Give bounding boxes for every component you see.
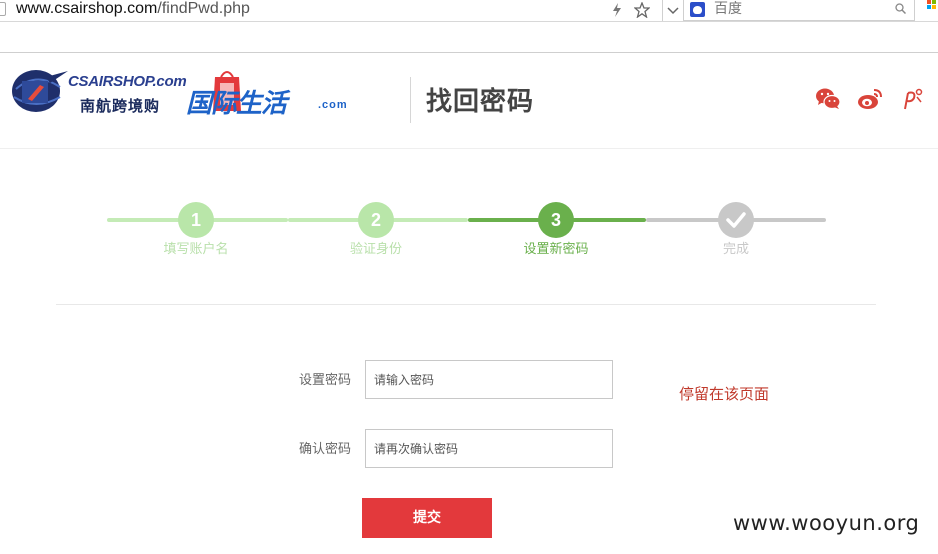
search-engine-label: 百度 [714, 1, 742, 17]
bookmark-star-icon[interactable] [632, 0, 652, 20]
gjsh-logo-text: 国际生活 [186, 89, 287, 119]
step-circle-1: 1 [178, 202, 214, 238]
step-label-4: 完成 [722, 242, 749, 257]
password-label: 设置密码 [298, 373, 351, 388]
lightning-icon[interactable] [608, 0, 626, 20]
confirm-password-field[interactable] [365, 429, 613, 468]
section-divider [56, 304, 876, 305]
url-path: /findPwd.php [157, 0, 250, 17]
site-header: CSAIRSHOP.com 南航跨境购 国际生活 .com 找回密码 [0, 53, 938, 149]
search-icon[interactable] [895, 3, 906, 14]
chevron-down-icon[interactable] [662, 0, 682, 21]
wechat-icon[interactable] [814, 85, 842, 113]
password-field[interactable] [365, 360, 613, 399]
step-label-2: 验证身份 [349, 242, 402, 257]
baidu-paw-icon [690, 2, 705, 17]
browser-search-box[interactable]: 百度 [683, 0, 915, 21]
step-label-3: 设置新密码 [523, 242, 589, 257]
header-divider [410, 77, 411, 123]
other-social-icon[interactable] [898, 85, 926, 113]
extension-icon[interactable] [927, 0, 937, 10]
page-title: 找回密码 [426, 87, 535, 117]
weibo-icon[interactable] [856, 85, 884, 113]
annotation-note: 停留在该页面 [679, 385, 770, 403]
url-host: www.csairshop.com [16, 0, 158, 17]
confirm-password-label: 确认密码 [298, 442, 351, 457]
checkmark-icon [726, 212, 746, 228]
step-label-1: 填写账户名 [163, 242, 229, 257]
csair-logo-subtitle: 南航跨境购 [80, 97, 161, 115]
submit-button[interactable]: 提交 [362, 498, 492, 538]
browser-toolbar: www.csairshop.com/findPwd.php 百度 [0, 0, 938, 22]
progress-steps: 1 2 3 填写账户名 验证身份 设置新密码 完成 [0, 150, 938, 300]
address-text[interactable]: www.csairshop.com/findPwd.php [16, 0, 250, 18]
globe-plane-icon [12, 70, 68, 112]
page-icon [0, 2, 6, 16]
csairshop-logo[interactable]: CSAIRSHOP.com 南航跨境购 [6, 67, 187, 119]
step-circle-4 [718, 202, 754, 238]
step-circle-2: 2 [358, 202, 394, 238]
step-circle-3: 3 [538, 202, 574, 238]
gjsh-logo-suffix: .com [318, 99, 348, 111]
watermark: www.wooyun.org [733, 511, 920, 535]
csair-logo-text: CSAIRSHOP.com [68, 73, 187, 90]
gjsh-logo[interactable]: 国际生活 .com [186, 63, 350, 125]
address-bar[interactable]: www.csairshop.com/findPwd.php [0, 0, 662, 22]
